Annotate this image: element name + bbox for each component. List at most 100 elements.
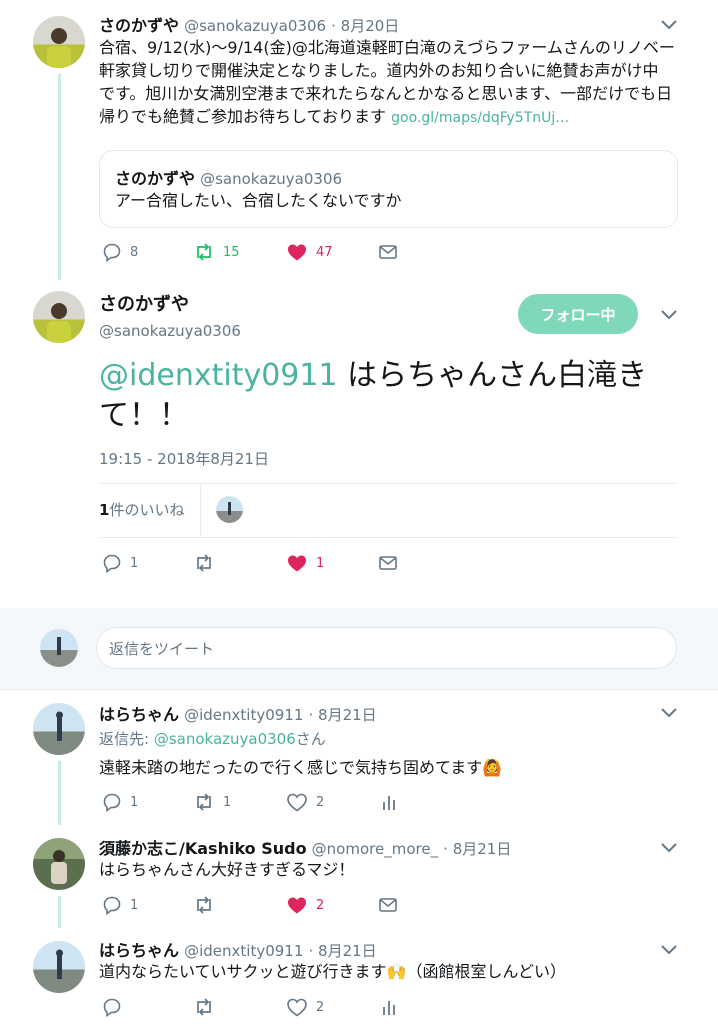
likes-label: 件のいいね [109, 501, 185, 519]
author-name: さのかずや [99, 294, 189, 315]
retweet-icon [197, 896, 211, 914]
reply-to: 返信先: @sanokazuya0306さん [99, 728, 326, 749]
analytics-button[interactable] [380, 791, 398, 813]
retweet-button[interactable] [193, 552, 215, 574]
message-button[interactable] [378, 241, 398, 263]
reply-count: 1 [130, 555, 139, 571]
retweet-button[interactable] [193, 894, 215, 916]
quoted-author-name: さのかずや [115, 169, 196, 188]
retweet-count: 1 [223, 794, 232, 810]
main-text-line: はらちゃんさん白滝き [337, 358, 648, 393]
retweet-button[interactable]: 15 [193, 241, 240, 263]
reply-button[interactable]: 8 [102, 241, 138, 263]
tweet-time[interactable]: · 8月21日 [443, 840, 511, 858]
tweet-text: 道内ならたいていサクッと遊び行きます🙌（函館根室しんどい） [99, 962, 566, 981]
like-button[interactable]: 2 [286, 996, 324, 1018]
like-count: 1 [316, 555, 325, 571]
message-button[interactable] [378, 552, 398, 574]
tweet-line: です。旭川か女満別空港まで来れたらなんとかなると思います、一部だけでも日 [99, 84, 673, 103]
quoted-text: アー合宿したい、合宿したくないですか [115, 191, 402, 210]
reply-button[interactable]: 1 [102, 552, 138, 574]
reply-button[interactable]: 1 [102, 894, 138, 916]
like-count: 47 [316, 244, 333, 260]
tweet-line: 軒家貸し切りで開催決定となりました。道内外のお知り合いに絶賛お声がけ中 [99, 61, 659, 80]
reply-count: 8 [130, 244, 139, 260]
avatar[interactable] [33, 941, 85, 993]
reply-button[interactable] [102, 996, 122, 1018]
author-handle[interactable]: @idenxtity0911 [184, 706, 303, 724]
likes-count: 1 [99, 501, 110, 519]
quoted-author-handle: @sanokazuya0306 [200, 170, 343, 188]
tweet-time[interactable]: · 8月21日 [309, 942, 377, 960]
like-count: 2 [316, 794, 325, 810]
tweet-line: 合宿、9/12(水)〜9/14(金)@北海道遠軽町白滝のえづらファームさんのリノ… [99, 38, 675, 57]
like-icon [287, 998, 307, 1017]
reply-to-suffix: さん [295, 730, 326, 748]
retweet-button[interactable]: 1 [193, 791, 231, 813]
tweet-link[interactable]: goo.gl/maps/dqFy5TnUj… [391, 110, 569, 126]
like-count: 2 [316, 897, 325, 913]
liker-avatar[interactable] [216, 496, 243, 523]
author-name[interactable]: さのかずや [99, 16, 179, 35]
like-icon [287, 793, 307, 812]
like-button[interactable]: 1 [286, 552, 324, 574]
tweet-text: 遠軽未踏の地だったので行く感じで気持ち固めてます🙆 [99, 758, 503, 777]
mention-link[interactable]: @idenxtity0911 [99, 358, 338, 393]
message-icon [379, 245, 397, 259]
analytics-icon [383, 1001, 395, 1015]
like-icon [288, 244, 306, 261]
tweet-time[interactable]: · 8月20日 [331, 17, 399, 35]
retweet-button[interactable] [193, 996, 215, 1018]
quoted-tweet[interactable]: さのかずや @sanokazuya0306 アー合宿したい、合宿したくないですか [99, 150, 678, 228]
reply-to-handle[interactable]: @sanokazuya0306 [154, 730, 296, 748]
message-icon [379, 556, 397, 570]
chevron-down-icon[interactable] [659, 17, 679, 31]
chevron-down-icon[interactable] [659, 307, 679, 321]
analytics-button[interactable] [380, 996, 398, 1018]
reply-icon [103, 243, 121, 262]
author-handle[interactable]: @sanokazuya0306 [184, 17, 326, 35]
author-name[interactable]: 須藤か志こ/Kashiko Sudo [99, 839, 307, 858]
avatar[interactable] [33, 16, 85, 68]
tweet-time[interactable]: · 8月21日 [309, 706, 377, 724]
like-button[interactable]: 47 [286, 241, 333, 263]
avatar[interactable] [33, 291, 85, 343]
chevron-down-icon[interactable] [659, 942, 679, 956]
like-button[interactable]: 2 [286, 894, 324, 916]
avatar[interactable] [33, 838, 85, 890]
like-icon [288, 897, 306, 914]
author-name[interactable]: はらちゃん [99, 705, 179, 724]
author-handle[interactable]: @nomore_more_ [312, 840, 438, 858]
message-icon [379, 898, 397, 912]
retweet-icon [197, 554, 211, 572]
thread-line [58, 74, 61, 280]
chevron-down-icon[interactable] [659, 705, 679, 719]
timestamp[interactable]: 19:15 - 2018年8月21日 [99, 448, 269, 469]
reply-icon [103, 896, 121, 915]
reply-icon [103, 998, 121, 1017]
reply-icon [103, 554, 121, 573]
tweet-text: はらちゃんさん大好きすぎるマジ！ [99, 860, 355, 879]
like-icon [288, 555, 306, 572]
reply-to-prefix: 返信先: [99, 730, 154, 748]
retweet-icon [197, 793, 211, 811]
tweet-text: 合宿、9/12(水)〜9/14(金)@北海道遠軽町白滝のえづらファームさんのリノ… [99, 36, 684, 130]
like-button[interactable]: 2 [286, 791, 324, 813]
main-author[interactable]: さのかずや @sanokazuya0306 [99, 290, 241, 340]
main-tweet-text: @idenxtity0911 はらちゃんさん白滝き て！！ [99, 356, 679, 436]
tweet-line: 帰りでも絶賛ご参加お待ちしております [99, 107, 387, 126]
message-button[interactable] [378, 894, 398, 916]
follow-button[interactable]: フォロー中 [518, 294, 638, 334]
chevron-down-icon[interactable] [659, 840, 679, 854]
reply-count: 1 [130, 794, 139, 810]
author-handle[interactable]: @idenxtity0911 [184, 942, 303, 960]
avatar[interactable] [33, 703, 85, 755]
tweet-header: さのかずや @sanokazuya0306 · 8月20日 [99, 12, 399, 36]
author-name[interactable]: はらちゃん [99, 941, 179, 960]
likes-summary[interactable]: 1件のいいね [99, 499, 184, 520]
reply-button[interactable]: 1 [102, 791, 138, 813]
like-count: 2 [316, 999, 325, 1015]
reply-input[interactable]: 返信をツイート [96, 627, 677, 669]
thread-line [58, 896, 61, 928]
my-avatar [40, 629, 78, 667]
